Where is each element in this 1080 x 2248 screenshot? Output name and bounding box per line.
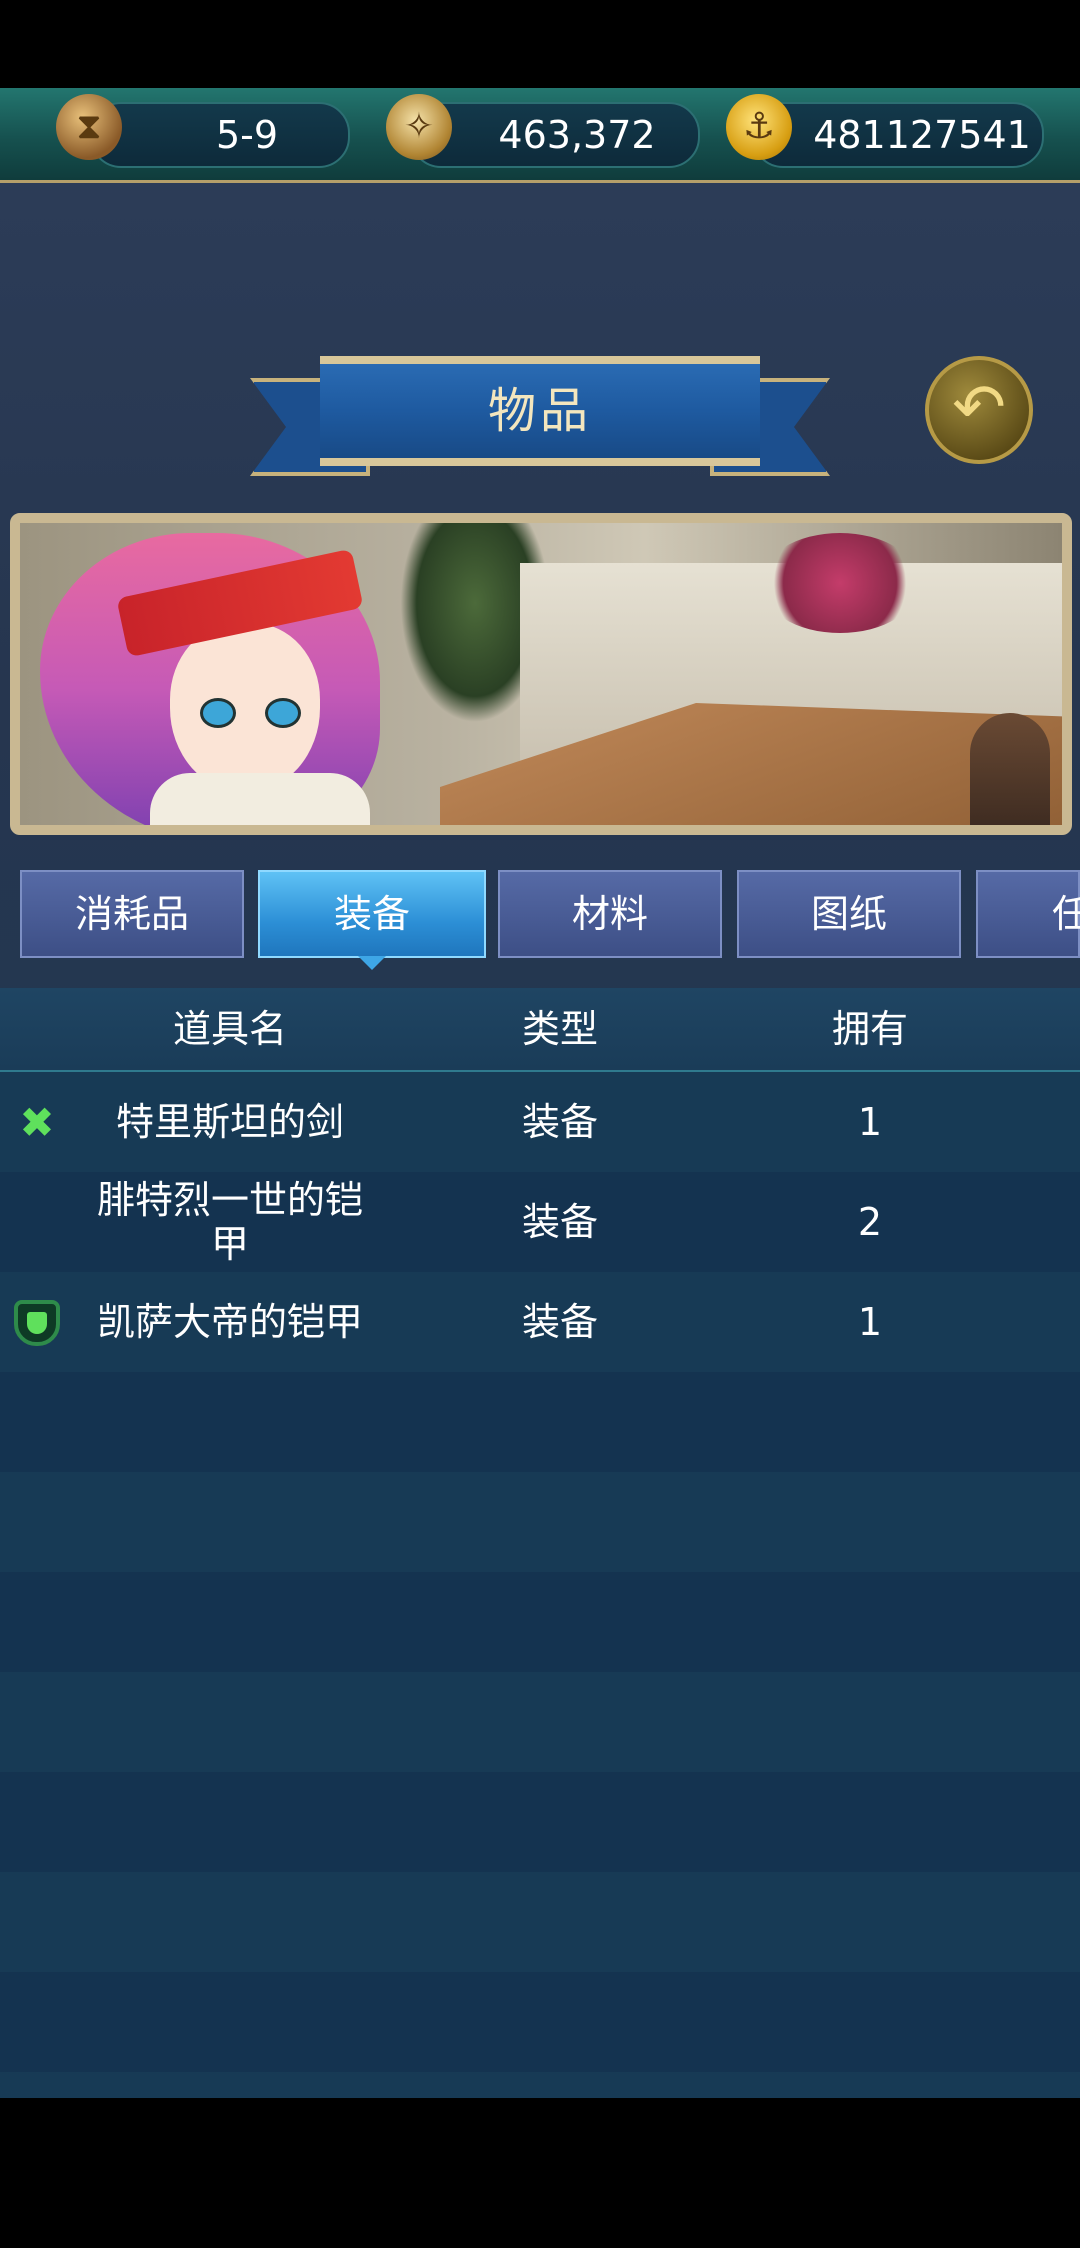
hourglass-icon: ⧗ [56, 94, 122, 160]
compass-value: 463,372 [498, 113, 656, 157]
game-screen: 5-9 ⧗ 463,372 ✧ 481127541 ⚓ 物品 ↶ 消耗品 装备 … [0, 88, 1080, 2098]
item-type: 装备 [521, 1200, 598, 1244]
active-tab-pointer [358, 956, 386, 970]
tab-blueprints[interactable]: 图纸 [737, 870, 961, 958]
item-count: 2 [857, 1200, 883, 1244]
item-name: 特里斯坦的剑 [115, 1100, 344, 1144]
empty-row [0, 1572, 1080, 1672]
item-table-header: 道具名 类型 拥有 [0, 988, 1080, 1072]
background-person [970, 713, 1050, 825]
crossed-swords-icon: ✖ [19, 1098, 55, 1147]
back-button[interactable]: ↶ [925, 356, 1033, 464]
column-owned: 拥有 [831, 1007, 908, 1051]
flowers [760, 533, 920, 633]
table-row[interactable]: 腓特烈一世的铠甲 装备 2 [0, 1172, 1080, 1272]
column-item-name: 道具名 [172, 1007, 287, 1051]
column-type: 类型 [521, 1007, 598, 1051]
item-name: 腓特烈一世的铠甲 [96, 1178, 363, 1266]
item-count: 1 [857, 1100, 883, 1144]
empty-row [0, 1472, 1080, 1572]
tab-equipment[interactable]: 装备 [258, 870, 486, 958]
compass-display: 463,372 [410, 102, 700, 168]
empty-row [0, 1372, 1080, 1472]
character-body [150, 773, 370, 825]
table-row[interactable]: 凯萨大帝的铠甲 装备 1 [0, 1272, 1080, 1372]
shield-icon [14, 1300, 60, 1346]
stage-value: 5-9 [215, 113, 279, 157]
empty-row [0, 2072, 1080, 2098]
character-portrait [30, 523, 410, 825]
page-title: 物品 [320, 356, 760, 466]
item-type: 装备 [521, 1100, 598, 1144]
hero-illustration [10, 513, 1072, 835]
empty-row [0, 1672, 1080, 1772]
stage-display: 5-9 [90, 102, 350, 168]
resource-bar: 5-9 ⧗ 463,372 ✧ 481127541 ⚓ [0, 88, 1080, 183]
gold-display: 481127541 [752, 102, 1044, 168]
back-arrow-icon: ↶ [952, 371, 1006, 445]
empty-row [0, 1972, 1080, 2072]
item-type: 装备 [521, 1300, 598, 1344]
compass-icon: ✧ [386, 94, 452, 160]
character-eye-right [265, 698, 301, 728]
anchor-coin-icon: ⚓ [726, 94, 792, 160]
tab-quest[interactable]: 任 [976, 870, 1080, 958]
tab-consumables[interactable]: 消耗品 [20, 870, 244, 958]
character-eye-left [200, 698, 236, 728]
empty-row [0, 1772, 1080, 1872]
table-row[interactable]: ✖ 特里斯坦的剑 装备 1 [0, 1072, 1080, 1172]
empty-row [0, 1872, 1080, 1972]
tab-materials[interactable]: 材料 [498, 870, 722, 958]
item-name: 凯萨大帝的铠甲 [96, 1300, 363, 1344]
item-count: 1 [857, 1300, 883, 1344]
gold-value: 481127541 [813, 113, 1031, 157]
